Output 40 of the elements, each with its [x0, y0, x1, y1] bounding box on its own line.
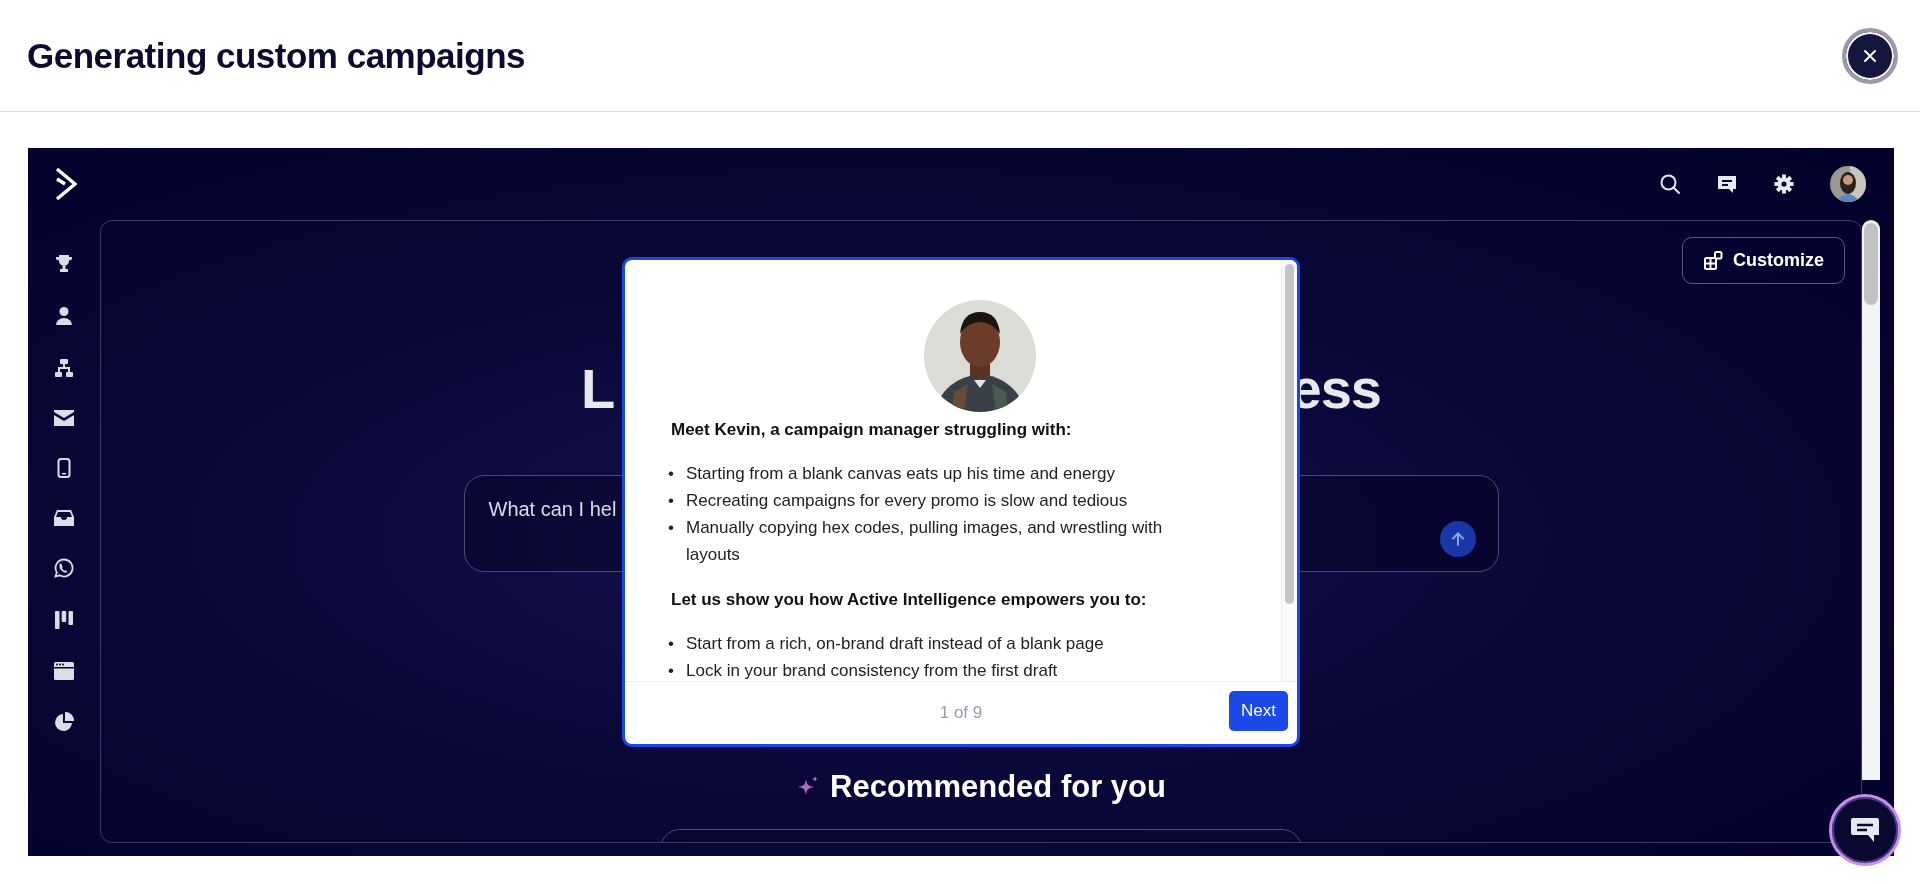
bullet: • [668, 463, 675, 485]
widgets-icon [1703, 250, 1723, 271]
list-item: Lock in your brand consistency from the first draft [686, 660, 1058, 681]
settings-icon[interactable] [1773, 173, 1795, 195]
send-button[interactable] [1439, 521, 1476, 557]
scrollbar[interactable] [1862, 220, 1880, 780]
envelope-icon[interactable] [54, 410, 74, 426]
close-button[interactable] [1842, 27, 1898, 84]
pie-chart-icon[interactable] [54, 712, 74, 732]
bullet: • [668, 660, 675, 681]
trophy-icon[interactable] [54, 254, 74, 274]
list-item: Manually copying hex codes, pulling images, and wrestling with layouts [686, 517, 1164, 566]
benefits-heading: Let us show you how Active Intelligence empowers you to: [670, 590, 1148, 610]
message-icon[interactable] [1716, 173, 1738, 195]
bullet: • [668, 490, 675, 512]
logo-icon[interactable] [55, 167, 77, 201]
whatsapp-icon[interactable] [54, 558, 74, 578]
step-counter: 1 of 9 [939, 703, 983, 723]
list-item: Starting from a blank canvas eats up his time and energy [686, 463, 1115, 485]
page-title: Generating custom campaigns [27, 35, 526, 76]
list-item: Start from a rich, on-brand draft instead of a blank page [686, 633, 1104, 655]
scrollbar[interactable] [1281, 260, 1297, 681]
bullet: • [668, 517, 675, 539]
arrow-up-icon [1449, 531, 1466, 547]
chat-icon [1850, 816, 1880, 844]
browser-window-icon[interactable] [54, 662, 74, 680]
next-button[interactable]: Next [1229, 691, 1288, 731]
customize-button[interactable]: Customize [1682, 237, 1845, 284]
close-icon [1862, 47, 1878, 64]
person-icon[interactable] [54, 306, 74, 326]
hierarchy-icon[interactable] [54, 358, 74, 378]
inbox-icon[interactable] [54, 510, 74, 526]
intro-text: Meet Kevin, a campaign manager struggling with: [670, 420, 1073, 440]
list-item: Recreating campaigns for every promo is slow and tedious [686, 490, 1128, 512]
section-title: Recommended for you [830, 769, 1166, 805]
heading-fragment: L [581, 356, 615, 421]
search-icon[interactable] [1659, 173, 1681, 195]
kanban-icon[interactable] [54, 610, 74, 630]
bullet: • [668, 633, 675, 655]
phone-icon[interactable] [57, 458, 71, 478]
